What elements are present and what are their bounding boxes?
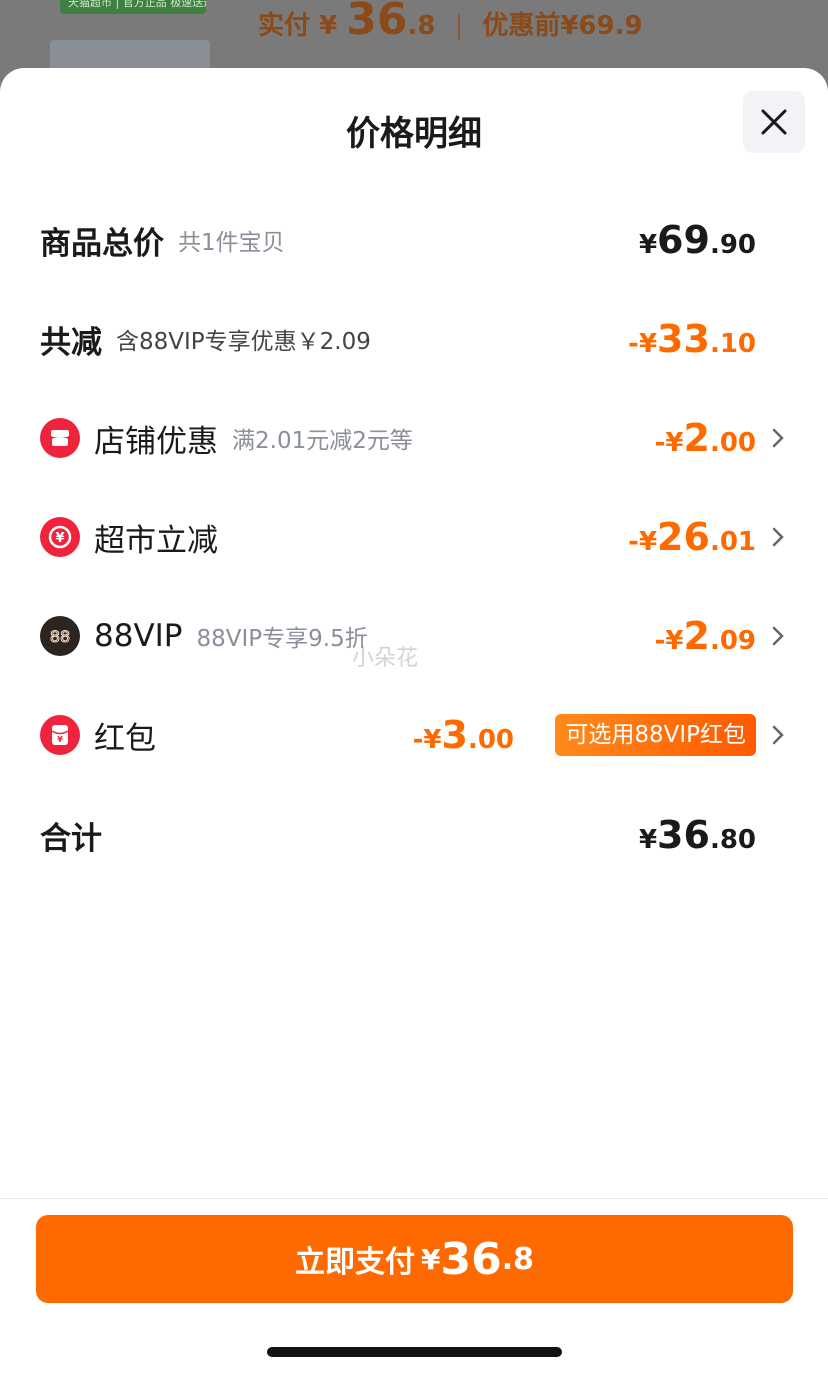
sheet-title: 价格明细 — [346, 114, 482, 154]
item-count: 共1件宝贝 — [178, 230, 285, 256]
close-icon — [761, 109, 787, 135]
store-badge: 天猫超市 | 官方正品 极速送达 — [60, 0, 206, 14]
vip-88-icon: 88 — [40, 616, 80, 656]
discount-amount: -¥33.10 — [628, 317, 756, 361]
market-discount-amount: -¥26.01 — [628, 515, 756, 559]
row-sum: 合计 ¥36.80 — [40, 805, 788, 865]
row-red-packet[interactable]: ¥ 红包 -¥3.00 可选用88VIP红包 — [40, 705, 788, 765]
row-vip-discount[interactable]: 88 88VIP 88VIP专享9.5折 -¥2.09 — [40, 606, 788, 666]
row-label: 红包 — [94, 720, 156, 757]
svg-text:¥: ¥ — [57, 735, 63, 744]
row-label: 商品总价 — [40, 225, 164, 262]
row-total-price: 商品总价 共1件宝贝 ¥69.90 — [40, 210, 788, 270]
chevron-right-icon — [772, 725, 784, 745]
footer-divider — [0, 1198, 828, 1199]
row-store-discount[interactable]: 店铺优惠 满2.01元减2元等 -¥2.00 — [40, 408, 788, 468]
vip-discount-amount: -¥2.09 — [654, 614, 756, 658]
row-label: 店铺优惠 — [94, 423, 218, 460]
discount-note: 含88VIP专享优惠￥2.09 — [116, 329, 371, 355]
chevron-right-icon — [772, 428, 784, 448]
vip-discount-note: 88VIP专享9.5折 — [196, 626, 368, 652]
yuan-coin-icon: ¥ — [40, 517, 80, 557]
home-indicator[interactable] — [267, 1347, 562, 1357]
store-icon — [40, 418, 80, 458]
row-label: 合计 — [40, 820, 102, 857]
row-label: 超市立减 — [94, 522, 218, 559]
background-price: 实付 ¥ 36.8 | 优惠前¥69.9 — [258, 0, 643, 45]
vip-red-packet-tag[interactable]: 可选用88VIP红包 — [555, 714, 756, 756]
close-button[interactable] — [743, 91, 805, 153]
store-discount-note: 满2.01元减2元等 — [232, 428, 413, 454]
price-detail-sheet: 价格明细 小朵花 商品总价 共1件宝贝 ¥69.90 共减 含88VIP专享优惠… — [0, 68, 828, 1375]
original-price: 优惠前¥69.9 — [482, 11, 643, 41]
chevron-right-icon — [772, 626, 784, 646]
svg-text:88: 88 — [50, 627, 70, 646]
row-label: 共减 — [40, 324, 102, 361]
svg-text:¥: ¥ — [55, 531, 64, 546]
pay-now-button[interactable]: 立即支付 ¥ 36 .8 — [36, 1215, 793, 1303]
store-discount-amount: -¥2.00 — [654, 416, 756, 460]
total-amount: ¥69.90 — [638, 218, 756, 262]
chevron-right-icon — [772, 527, 784, 547]
sum-amount: ¥36.80 — [638, 813, 756, 857]
row-market-discount[interactable]: ¥ 超市立减 -¥26.01 — [40, 507, 788, 567]
red-packet-amount: -¥3.00 — [412, 713, 514, 757]
row-total-discount: 共减 含88VIP专享优惠￥2.09 -¥33.10 — [40, 309, 788, 369]
row-label: 88VIP — [94, 618, 183, 654]
red-packet-icon: ¥ — [40, 715, 80, 755]
